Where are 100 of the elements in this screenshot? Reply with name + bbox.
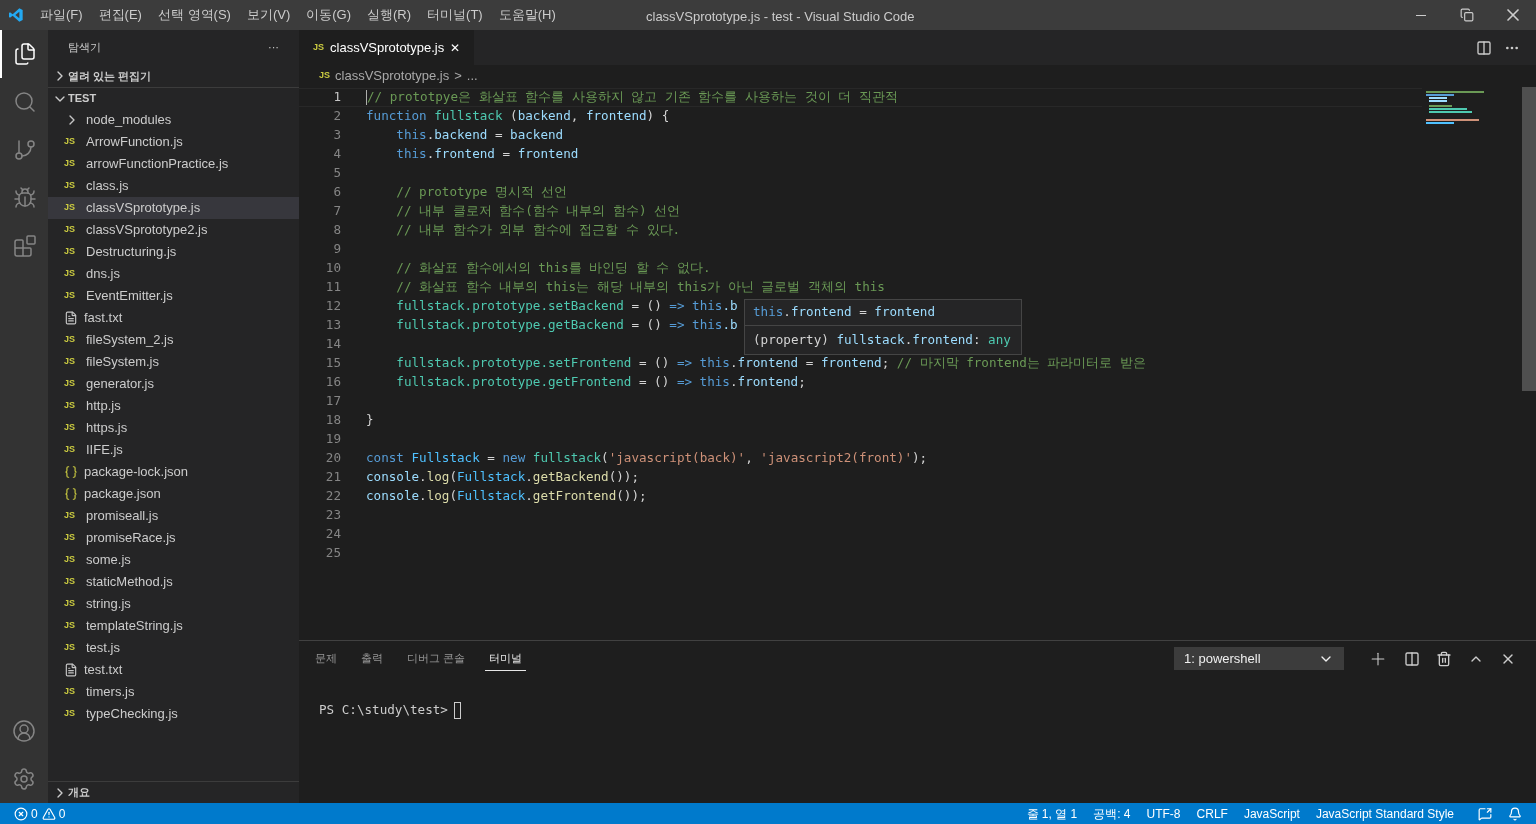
status-item[interactable]: CRLF [1196, 804, 1228, 823]
terminal-prompt: PS C:\study\test> [319, 701, 448, 719]
menu-item[interactable]: 실행(R) [359, 5, 420, 25]
menu-item[interactable]: 편집(E) [90, 5, 150, 25]
file-name: Destructuring.js [86, 243, 177, 262]
file-item[interactable]: JS generator.js [48, 373, 299, 395]
file-item[interactable]: fast.txt [48, 307, 299, 329]
line-number: 5 [332, 164, 341, 183]
file-name: test.txt [84, 661, 123, 680]
file-item[interactable]: JS ArrowFunction.js [48, 131, 299, 153]
file-item[interactable]: JS test.js [48, 637, 299, 659]
code-line: const Fullstack = new fullstack('javascript(back)', 'javascript2(front)'); [366, 449, 928, 468]
file-item[interactable]: JS class.js [48, 175, 299, 197]
file-item[interactable]: JS EventEmitter.js [48, 285, 299, 307]
code-line: // prototpye은 화살표 함수를 사용하지 않고 기존 함수를 사용하는 것이 더 직관적 [366, 88, 898, 107]
line-number: 3 [332, 126, 341, 145]
line-number: 9 [332, 240, 341, 259]
breadcrumb-item[interactable]: ... [466, 66, 478, 86]
status-item[interactable]: JavaScript [1243, 804, 1300, 823]
file-item[interactable]: JS typeChecking.js [48, 703, 299, 725]
file-item[interactable]: JS dns.js [48, 263, 299, 285]
file-item[interactable]: package.json [48, 483, 299, 505]
split-editor-icon[interactable] [1476, 39, 1492, 56]
line-number: 18 [324, 411, 341, 430]
file-name: https.js [86, 419, 128, 438]
file-item[interactable]: JS Destructuring.js [48, 241, 299, 263]
js-file-icon: JS [64, 619, 80, 633]
status-item[interactable]: UTF-8 [1146, 804, 1181, 823]
folder-header[interactable]: TEST [48, 87, 299, 109]
file-name: promiseRace.js [86, 529, 176, 548]
menu-item[interactable]: 터미널(T) [419, 5, 491, 25]
file-item[interactable]: JS fileSystem.js [48, 351, 299, 373]
file-item[interactable]: package-lock.json [48, 461, 299, 483]
file-item[interactable]: JS classVSprototype.js [48, 197, 299, 219]
file-item[interactable]: JS http.js [48, 395, 299, 417]
panel-tab[interactable]: 문제 [311, 645, 341, 672]
panel-tab[interactable]: 디버그 콘솔 [403, 645, 470, 672]
file-item[interactable]: JS fileSystem_2.js [48, 329, 299, 351]
line-number: 12 [324, 297, 341, 316]
file-item[interactable]: JS IIFE.js [48, 439, 299, 461]
line-number: 2 [332, 107, 341, 126]
split-terminal-icon[interactable] [1404, 650, 1420, 667]
line-number: 7 [332, 202, 341, 221]
menu-item[interactable]: 도움말(H) [490, 5, 564, 25]
js-file-icon: JS [64, 641, 80, 655]
error-icon [14, 806, 28, 821]
open-editors-header[interactable]: 열려 있는 편집기 [48, 65, 299, 87]
js-file-icon: JS [64, 707, 80, 721]
file-item[interactable]: JS templateString.js [48, 615, 299, 637]
breadcrumb-item[interactable]: classVSprototype.js [335, 66, 450, 86]
menu-item[interactable]: 보기(V) [238, 5, 299, 25]
file-name: some.js [86, 551, 131, 570]
line-number: 4 [332, 145, 341, 164]
tooltip-signature: (property) fullstack.frontend: any [752, 330, 1012, 349]
bell-icon[interactable] [1508, 806, 1522, 821]
close-tab-icon[interactable]: ✕ [450, 38, 461, 57]
file-item[interactable]: test.txt [48, 659, 299, 681]
status-item[interactable]: 줄 1, 열 1 [1026, 804, 1078, 823]
menu-item[interactable]: 이동(G) [298, 5, 360, 25]
status-item[interactable]: JavaScript Standard Style [1315, 804, 1454, 823]
js-file-icon: JS [64, 267, 80, 281]
js-file-icon: JS [64, 135, 80, 149]
error-count[interactable]: 0 [31, 804, 38, 823]
feedback-icon[interactable] [1478, 806, 1492, 821]
file-item[interactable]: JS arrowFunctionPractice.js [48, 153, 299, 175]
js-file-icon: JS [64, 421, 80, 435]
file-item[interactable]: JS classVSprototype2.js [48, 219, 299, 241]
file-name: generator.js [86, 375, 154, 394]
app-logo-icon [8, 7, 24, 23]
more-actions[interactable]: ··· [268, 39, 279, 56]
file-name: staticMethod.js [86, 573, 173, 592]
warning-count[interactable]: 0 [58, 804, 66, 823]
section-label: TEST [68, 91, 97, 107]
panel-tab[interactable]: 터미널 [485, 645, 527, 672]
file-item[interactable]: JS promiseRace.js [48, 527, 299, 549]
trash-icon[interactable] [1436, 650, 1452, 667]
editor-tab[interactable]: JS classVSprototype.js ✕ [299, 30, 475, 65]
file-item[interactable]: JS string.js [48, 593, 299, 615]
terminal-select[interactable]: 1: powershell [1174, 647, 1344, 670]
menu-item[interactable]: 선택 영역(S) [149, 5, 239, 25]
file-item[interactable]: JS staticMethod.js [48, 571, 299, 593]
file-name: timers.js [86, 683, 135, 702]
file-item[interactable]: JS https.js [48, 417, 299, 439]
panel-tab[interactable]: 출력 [357, 645, 387, 672]
file-item[interactable]: JS some.js [48, 549, 299, 571]
file-item[interactable]: JS promiseall.js [48, 505, 299, 527]
code-line: // 화살표 함수 내부의 this는 해당 내부의 this가 아닌 글로벌 객체의 this [395, 278, 885, 297]
file-name: ArrowFunction.js [86, 133, 183, 152]
file-item[interactable]: node_modules [48, 109, 299, 131]
menu-item[interactable]: 파일(F) [32, 5, 91, 25]
file-item[interactable]: JS timers.js [48, 681, 299, 703]
js-file-icon: JS [64, 597, 80, 611]
code-line: // 화살표 함수에서의 this를 바인딩 할 수 없다. [395, 259, 711, 278]
code-line: // 내부 클로저 함수(함수 내부의 함수) 선언 [395, 202, 681, 221]
braces-icon [64, 465, 78, 479]
scrollbar-thumb[interactable] [1522, 87, 1536, 391]
line-number: 25 [324, 544, 341, 563]
restore-icon [1460, 8, 1474, 22]
status-item[interactable]: 공백: 4 [1093, 804, 1131, 823]
braces-icon [64, 487, 78, 501]
